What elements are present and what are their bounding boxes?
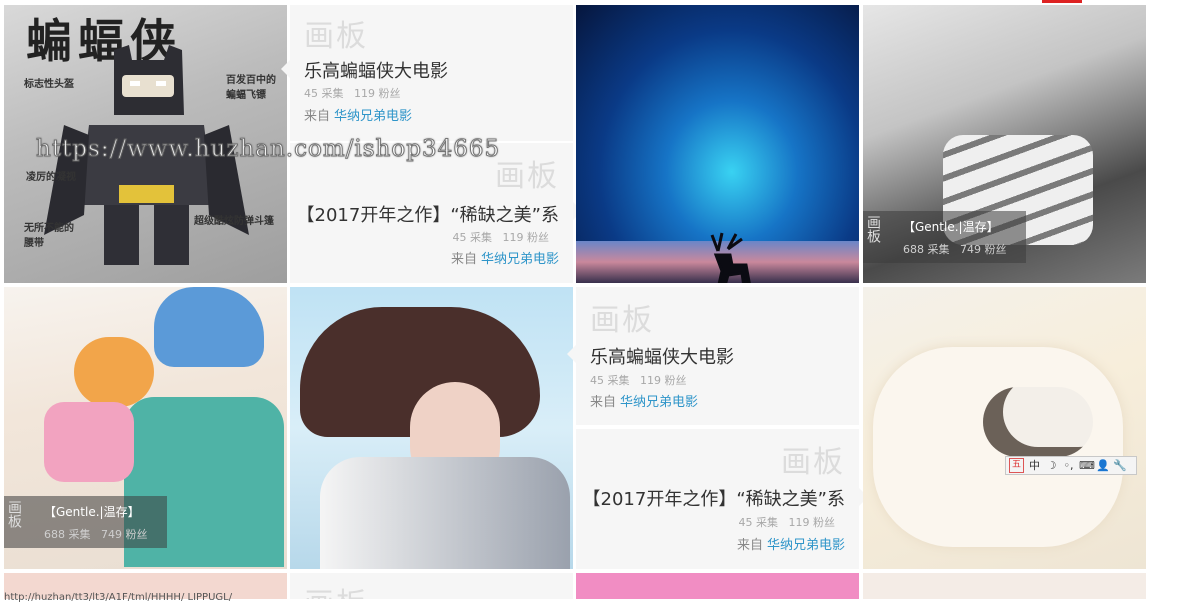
card-from-label: 来自 <box>304 109 331 124</box>
ime-toolbar[interactable]: 五 中 ☽ ◦, ⌨ 👤 🔧 <box>1005 456 1137 475</box>
card-stats: 45 采集 119 粉丝 <box>739 514 836 530</box>
card-collects: 45 采集 <box>590 374 630 387</box>
card-stats: 45 采集 119 粉丝 <box>453 229 550 245</box>
batman-label-belt: 无所不能的腰带 <box>24 223 74 249</box>
card-from: 来自 华纳兄弟电影 <box>304 105 412 124</box>
card-fans: 119 粉丝 <box>354 87 401 100</box>
card-from: 来自 华纳兄弟电影 <box>451 248 559 267</box>
card-pointer <box>567 345 576 363</box>
card-from: 来自 华纳兄弟电影 <box>590 391 698 410</box>
card-fans: 119 粉丝 <box>502 231 550 244</box>
overlay-title[interactable]: 【Gentle.|温存】 <box>903 218 999 235</box>
ime-logo-icon[interactable]: 五 <box>1009 458 1024 473</box>
overlay-board-word: 画板 <box>6 500 22 528</box>
user-icon[interactable]: 👤 <box>1096 459 1110 472</box>
pink-dress <box>44 402 134 482</box>
card-from-link[interactable]: 华纳兄弟电影 <box>481 252 559 267</box>
card-title[interactable]: 乐高蝙蝠侠大电影 <box>590 343 734 369</box>
batman-label-helmet: 标志性头盔 <box>24 79 74 90</box>
overlay-title[interactable]: 【Gentle.|温存】 <box>44 503 140 520</box>
board-word: 画板 <box>304 579 368 599</box>
card-from: 来自 华纳兄弟电影 <box>737 534 845 553</box>
wrench-icon[interactable]: 🔧 <box>1113 459 1127 472</box>
batman-label-cape: 超级酷炫防弹斗篷 <box>194 216 274 227</box>
board-card-partial[interactable]: 画板 <box>290 573 573 599</box>
card-collects: 45 采集 <box>304 87 344 100</box>
card-stats: 45 采集 119 粉丝 <box>590 372 687 388</box>
pin-image-anime[interactable]: 画板 【Gentle.|温存】 688 采集 749 粉丝 <box>4 287 287 569</box>
pin-image-batman[interactable]: 蝙蝠侠 标志性头盔 百发百中的蝙蝠飞镖 凌厉的凝视 无所不能的腰带 超级酷炫防弹… <box>4 5 287 283</box>
pin-image-woman-wind[interactable] <box>290 287 573 569</box>
moon-icon[interactable]: ☽ <box>1045 459 1058 472</box>
pin-image-deer-sky[interactable] <box>576 5 859 283</box>
card-from-label: 来自 <box>736 538 763 553</box>
pin-image-boy-blanket[interactable]: 画板 【Gentle.|温存】 688 采集 749 粉丝 <box>863 5 1146 283</box>
overlay-stats: 688 采集 749 粉丝 <box>44 526 148 542</box>
overlay-collects: 688 采集 <box>903 243 950 256</box>
card-pointer <box>281 60 290 78</box>
blue-hair <box>154 287 264 367</box>
card-title[interactable]: 乐高蝙蝠侠大电影 <box>304 57 448 83</box>
card-fans: 119 粉丝 <box>640 374 687 387</box>
card-title[interactable]: 【2017开年之作】“稀缺之美”系 <box>297 201 559 227</box>
card-from-link[interactable]: 华纳兄弟电影 <box>620 395 698 410</box>
card-title[interactable]: 【2017开年之作】“稀缺之美”系 <box>583 485 845 511</box>
orange-hair <box>74 337 154 407</box>
overlay-board-word: 画板 <box>865 215 881 243</box>
board-word: 画板 <box>781 445 845 480</box>
card-fans: 119 粉丝 <box>788 516 836 529</box>
board-word: 画板 <box>304 19 368 54</box>
cat <box>983 387 1093 457</box>
board-card-4[interactable]: 画板 【2017开年之作】“稀缺之美”系 45 采集 119 粉丝 来自 华纳兄弟… <box>576 429 859 569</box>
card-from-label: 来自 <box>590 395 617 410</box>
overlay-stats: 688 采集 749 粉丝 <box>903 241 1007 257</box>
top-red-tab <box>1042 0 1082 3</box>
batman-label-gaze: 凌厉的凝视 <box>26 172 76 183</box>
pin-image-partial-3[interactable] <box>863 573 1146 599</box>
overlay-fans: 749 粉丝 <box>960 243 1007 256</box>
card-from-link[interactable]: 华纳兄弟电影 <box>334 109 412 124</box>
card-stats: 45 采集 119 粉丝 <box>304 85 401 101</box>
sweater <box>320 457 570 569</box>
card-collects: 45 采集 <box>452 231 493 244</box>
status-tooltip: http://huzhan/tt3/lt3/A1F/tml/HHHH/ LIPP… <box>4 592 233 602</box>
card-from-label: 来自 <box>450 252 477 267</box>
punctuation-icon[interactable]: ◦, <box>1062 459 1075 472</box>
board-card-3[interactable]: 画板 乐高蝙蝠侠大电影 45 采集 119 粉丝 来自 华纳兄弟电影 <box>576 287 859 425</box>
pin-image-sleeping-cat[interactable] <box>863 287 1146 569</box>
batman-label-dart: 百发百中的蝙蝠飞镖 <box>226 75 276 101</box>
overlay-collects: 688 采集 <box>44 528 91 541</box>
card-collects: 45 采集 <box>738 516 779 529</box>
board-card-1[interactable]: 画板 乐高蝙蝠侠大电影 45 采集 119 粉丝 来自 华纳兄弟电影 <box>290 5 573 141</box>
deer-silhouette <box>710 232 751 283</box>
card-from-link[interactable]: 华纳兄弟电影 <box>767 538 845 553</box>
pin-image-partial-2[interactable] <box>576 573 859 599</box>
board-word: 画板 <box>590 303 654 338</box>
ime-chinese-mode[interactable]: 中 <box>1028 459 1041 472</box>
keyboard-icon[interactable]: ⌨ <box>1079 459 1095 472</box>
board-card-2[interactable]: 画板 【2017开年之作】“稀缺之美”系 45 采集 119 粉丝 来自 华纳兄弟… <box>290 143 573 283</box>
board-word: 画板 <box>495 159 559 194</box>
board-overlay[interactable]: 画板 【Gentle.|温存】 688 采集 749 粉丝 <box>4 496 167 548</box>
overlay-fans: 749 粉丝 <box>101 528 148 541</box>
board-overlay[interactable]: 画板 【Gentle.|温存】 688 采集 749 粉丝 <box>863 211 1026 263</box>
